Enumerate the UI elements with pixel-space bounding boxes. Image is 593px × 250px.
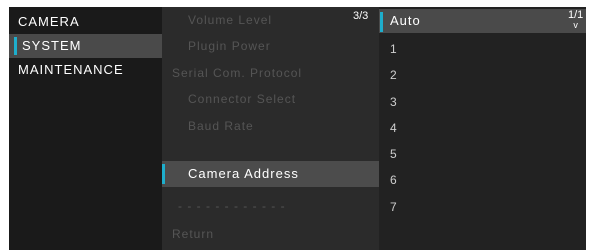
category-system[interactable]: SYSTEM	[9, 34, 162, 58]
category-column: CAMERA SYSTEM MAINTENANCE	[9, 7, 162, 250]
option-label: 4	[390, 121, 398, 135]
menu-item-label: Volume Level	[188, 13, 273, 27]
menu-item-label: Serial Com. Protocol	[172, 66, 303, 80]
menu-item-label: Connector Select	[188, 92, 297, 106]
option-label: 1	[390, 42, 398, 56]
menu-item-plugin-power[interactable]: Plugin Power	[162, 34, 405, 58]
menu-item-label: Baud Rate	[188, 119, 254, 133]
camera-osd-menu: CAMERA SYSTEM MAINTENANCE Volume Level P…	[9, 7, 586, 250]
category-camera-label: CAMERA	[18, 14, 80, 29]
menu-page-indicator: 3/3	[353, 10, 369, 22]
category-camera[interactable]: CAMERA	[9, 10, 162, 34]
category-system-label: SYSTEM	[22, 38, 82, 53]
option-label: Auto	[390, 13, 421, 28]
option-label: 7	[390, 200, 398, 214]
option-4[interactable]: 4	[379, 116, 586, 140]
chevron-down-icon: v	[573, 20, 578, 30]
menu-column: Volume Level Plugin Power Serial Com. Pr…	[162, 7, 405, 250]
option-1[interactable]: 1	[379, 37, 586, 61]
selection-indicator	[162, 164, 165, 184]
menu-item-camera-address[interactable]: Camera Address	[162, 161, 405, 187]
menu-item-volume-level[interactable]: Volume Level	[162, 8, 405, 32]
menu-item-connector-select[interactable]: Connector Select	[162, 87, 405, 111]
option-7[interactable]: 7	[379, 195, 586, 219]
option-auto[interactable]: Auto	[379, 9, 586, 33]
options-column: Auto 1 2 3 4 5 6 7	[379, 7, 586, 250]
category-maintenance-label: MAINTENANCE	[18, 62, 124, 77]
option-label: 3	[390, 95, 398, 109]
menu-item-label: Camera Address	[188, 166, 299, 181]
option-label: 2	[390, 68, 398, 82]
category-maintenance[interactable]: MAINTENANCE	[9, 58, 162, 82]
selection-indicator	[14, 37, 17, 55]
menu-separator: - - - - - - - - - - - -	[162, 194, 395, 218]
separator-text: - - - - - - - - - - - -	[178, 199, 286, 213]
option-5[interactable]: 5	[379, 142, 586, 166]
menu-item-serial-com-protocol[interactable]: Serial Com. Protocol	[162, 61, 389, 85]
menu-item-baud-rate[interactable]: Baud Rate	[162, 114, 405, 138]
option-2[interactable]: 2	[379, 63, 586, 87]
selection-indicator	[380, 12, 383, 32]
options-page-indicator: 1/1 v	[568, 10, 583, 31]
menu-item-return[interactable]: Return	[162, 222, 389, 246]
option-6[interactable]: 6	[379, 168, 586, 192]
menu-item-label: Return	[172, 227, 215, 241]
option-3[interactable]: 3	[379, 90, 586, 114]
menu-item-label: Plugin Power	[188, 39, 271, 53]
option-label: 6	[390, 173, 398, 187]
option-label: 5	[390, 147, 398, 161]
